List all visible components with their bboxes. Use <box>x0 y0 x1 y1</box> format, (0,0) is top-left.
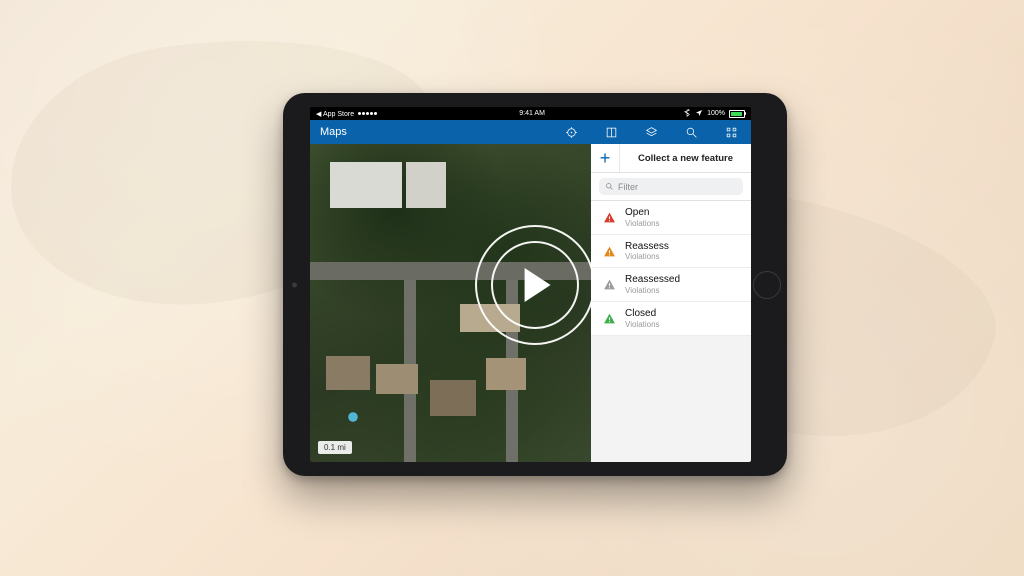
feature-template-reassessed[interactable]: ReassessedViolations <box>591 268 751 302</box>
bookmarks-button[interactable] <box>591 126 631 139</box>
warning-icon <box>601 310 617 326</box>
warning-icon <box>601 243 617 259</box>
feature-label: Reassessed <box>625 274 680 286</box>
feature-sublabel: Violations <box>625 252 669 261</box>
search-icon <box>605 182 614 191</box>
filter-row: Filter <box>591 173 751 201</box>
bluetooth-icon <box>683 109 691 119</box>
filter-placeholder: Filter <box>618 182 638 192</box>
feature-template-open[interactable]: OpenViolations <box>591 201 751 235</box>
feature-sublabel: Violations <box>625 219 660 228</box>
signal-dots-icon <box>358 112 377 115</box>
panel-header: + Collect a new feature <box>591 144 751 173</box>
tablet-frame: ◀ App Store 9:41 AM 100% Maps <box>283 93 787 476</box>
home-button[interactable] <box>753 271 781 299</box>
locate-button[interactable] <box>551 126 591 139</box>
warning-icon <box>601 209 617 225</box>
filter-input[interactable]: Filter <box>599 178 743 195</box>
feature-template-closed[interactable]: ClosedViolations <box>591 302 751 336</box>
feature-list: OpenViolationsReassessViolationsReassess… <box>591 201 751 336</box>
location-icon <box>695 109 703 119</box>
tablet-camera <box>292 282 297 287</box>
back-to-app-label: App Store <box>323 111 354 118</box>
play-triangle-icon <box>525 268 551 302</box>
app-navbar: Maps <box>310 120 751 144</box>
scale-badge: 0.1 mi <box>318 441 352 454</box>
back-to-app[interactable]: ◀ App Store <box>316 110 354 118</box>
search-button[interactable] <box>671 126 711 139</box>
feature-label: Open <box>625 207 660 219</box>
battery-percent: 100% <box>707 110 725 117</box>
status-time: 9:41 AM <box>519 110 545 117</box>
menu-grid-button[interactable] <box>711 126 751 139</box>
feature-label: Reassess <box>625 241 669 253</box>
battery-icon <box>729 110 745 118</box>
feature-template-reassess[interactable]: ReassessViolations <box>591 235 751 269</box>
add-feature-button[interactable]: + <box>591 144 620 172</box>
play-button[interactable] <box>475 225 595 345</box>
feature-panel: + Collect a new feature Filter OpenViola… <box>591 144 751 462</box>
feature-label: Closed <box>625 308 660 320</box>
feature-sublabel: Violations <box>625 286 680 295</box>
status-bar: ◀ App Store 9:41 AM 100% <box>310 107 751 120</box>
feature-sublabel: Violations <box>625 320 660 329</box>
navbar-title[interactable]: Maps <box>310 126 357 138</box>
panel-title: Collect a new feature <box>620 146 751 171</box>
layers-button[interactable] <box>631 126 671 139</box>
warning-icon <box>601 277 617 293</box>
